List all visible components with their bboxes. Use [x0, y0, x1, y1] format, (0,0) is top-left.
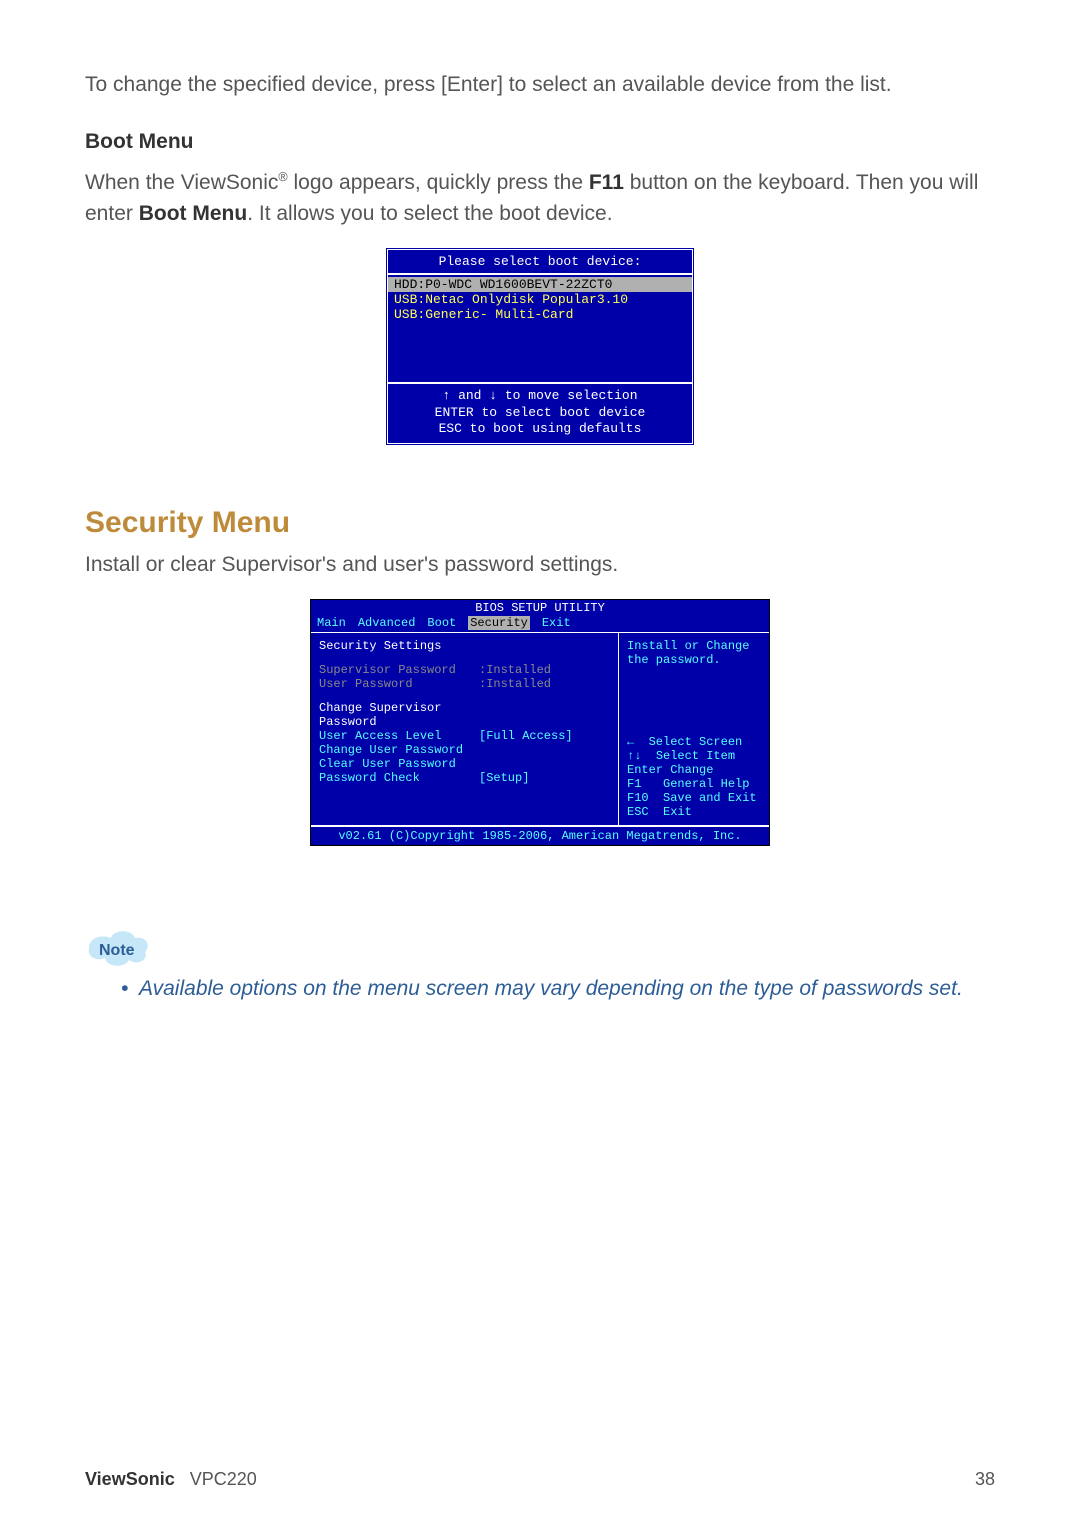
footer-model: VPC220 — [190, 1469, 257, 1489]
bios-option-row[interactable]: Password Check[Setup] — [319, 771, 610, 785]
boot-dialog-title: Please select boot device: — [388, 250, 692, 275]
bios-setup-screenshot: BIOS SETUP UTILITY Main Advanced Boot Se… — [85, 599, 995, 846]
note-block: Note • Available options on the menu scr… — [85, 926, 995, 1003]
bios-tab-bar[interactable]: Main Advanced Boot Security Exit — [311, 616, 769, 632]
bios-key-row: ↑↓ Select Item — [627, 749, 761, 763]
bios-key: ↑↓ — [627, 749, 641, 763]
bios-key-desc: Select Screen — [649, 735, 743, 749]
bios-option-label: Password Check — [319, 771, 479, 785]
bios-section-title: Security Settings — [319, 639, 610, 653]
note-text: Available options on the menu screen may… — [139, 974, 963, 1003]
footer-page-number: 38 — [975, 1469, 995, 1490]
bios-key-desc: General Help — [663, 777, 749, 791]
bios-option-label: Clear User Password — [319, 757, 479, 771]
bios-option-label: Change Supervisor Password — [319, 701, 479, 729]
bios-key: F1 — [627, 777, 641, 791]
boot-menu-paragraph: When the ViewSonic® logo appears, quickl… — [85, 168, 995, 229]
bios-status-row: Supervisor Password:Installed — [319, 663, 610, 677]
bios-right-panel: Install or Change the password. ← Select… — [619, 633, 769, 825]
footer-left: ViewSonic VPC220 — [85, 1469, 257, 1490]
bios-key: ESC — [627, 805, 649, 819]
bios-key: ← — [627, 735, 634, 749]
bios-key-row: Enter Change — [627, 763, 761, 777]
note-label: Note — [99, 942, 135, 960]
bios-key: F10 — [627, 791, 649, 805]
bios-option-value: [Full Access] — [479, 729, 573, 743]
bios-status-label: Supervisor Password — [319, 663, 479, 677]
boot-device-box: Please select boot device: HDD:P0-WDC WD… — [385, 247, 695, 446]
bios-option-row[interactable]: User Access Level[Full Access] — [319, 729, 610, 743]
bios-status-row: User Password:Installed — [319, 677, 610, 691]
bios-footer: v02.61 (C)Copyright 1985-2006, American … — [311, 826, 769, 845]
note-bullet: • Available options on the menu screen m… — [121, 974, 995, 1003]
bios-status-value: :Installed — [479, 677, 551, 691]
boot-device-item[interactable]: USB:Generic- Multi-Card — [388, 307, 692, 322]
boot-device-dialog: Please select boot device: HDD:P0-WDC WD… — [85, 247, 995, 446]
bios-tab-security[interactable]: Security — [468, 616, 530, 630]
bullet-dot: • — [121, 974, 139, 1003]
bios-tab-boot[interactable]: Boot — [427, 616, 456, 630]
boot-dialog-help: ↑ and ↓ to move selection ENTER to selec… — [388, 382, 692, 443]
bios-key-legend: ← Select Screen ↑↓ Select Item Enter Cha… — [627, 735, 761, 819]
bios-status-value: :Installed — [479, 663, 551, 677]
bios-key-row: F10 Save and Exit — [627, 791, 761, 805]
bios-tab-advanced[interactable]: Advanced — [358, 616, 416, 630]
text: . It allows you to select the boot devic… — [247, 202, 612, 225]
bios-key-desc: Save and Exit — [663, 791, 757, 805]
bios-key-row: ← Select Screen — [627, 735, 761, 749]
boot-device-list[interactable]: HDD:P0-WDC WD1600BEVT-22ZCT0 USB:Netac O… — [388, 275, 692, 382]
bios-key-row: F1 General Help — [627, 777, 761, 791]
bios-window: BIOS SETUP UTILITY Main Advanced Boot Se… — [310, 599, 770, 846]
page-footer: ViewSonic VPC220 38 — [85, 1469, 995, 1490]
f11-key: F11 — [589, 171, 624, 194]
note-list: • Available options on the menu screen m… — [121, 974, 995, 1003]
bios-status-label: User Password — [319, 677, 479, 691]
security-menu-paragraph: Install or clear Supervisor's and user's… — [85, 550, 995, 580]
bios-option-row[interactable]: Change Supervisor Password — [319, 701, 610, 729]
boot-menu-term: Boot Menu — [139, 202, 247, 225]
note-icon: Note — [85, 926, 155, 970]
bios-option-row[interactable]: Clear User Password — [319, 757, 610, 771]
bios-option-label: User Access Level — [319, 729, 479, 743]
bios-body: Security Settings Supervisor Password:In… — [311, 632, 769, 826]
bios-left-panel: Security Settings Supervisor Password:In… — [311, 633, 619, 825]
registered-mark: ® — [278, 170, 287, 184]
bios-option-row[interactable]: Change User Password — [319, 743, 610, 757]
boot-menu-heading: Boot Menu — [85, 130, 995, 154]
bios-option-value: [Setup] — [479, 771, 529, 785]
intro-paragraph: To change the specified device, press [E… — [85, 70, 995, 100]
bios-title: BIOS SETUP UTILITY — [311, 600, 769, 616]
bios-key: Enter — [627, 763, 663, 777]
boot-device-item[interactable]: USB:Netac Onlydisk Popular3.10 — [388, 292, 692, 307]
page: To change the specified device, press [E… — [0, 0, 1080, 1532]
bios-tab-exit[interactable]: Exit — [542, 616, 571, 630]
security-menu-heading: Security Menu — [85, 506, 995, 540]
text: When the ViewSonic — [85, 171, 278, 194]
bios-key-desc: Exit — [663, 805, 692, 819]
bios-key-row: ESC Exit — [627, 805, 761, 819]
bios-tab-main[interactable]: Main — [317, 616, 346, 630]
text: logo appears, quickly press the — [288, 171, 589, 194]
bios-option-label: Change User Password — [319, 743, 479, 757]
boot-device-item[interactable]: HDD:P0-WDC WD1600BEVT-22ZCT0 — [388, 277, 692, 292]
bios-key-desc: Change — [670, 763, 713, 777]
bios-key-desc: Select Item — [656, 749, 735, 763]
bios-help-text: Install or Change the password. — [627, 639, 761, 667]
footer-brand: ViewSonic — [85, 1469, 175, 1489]
